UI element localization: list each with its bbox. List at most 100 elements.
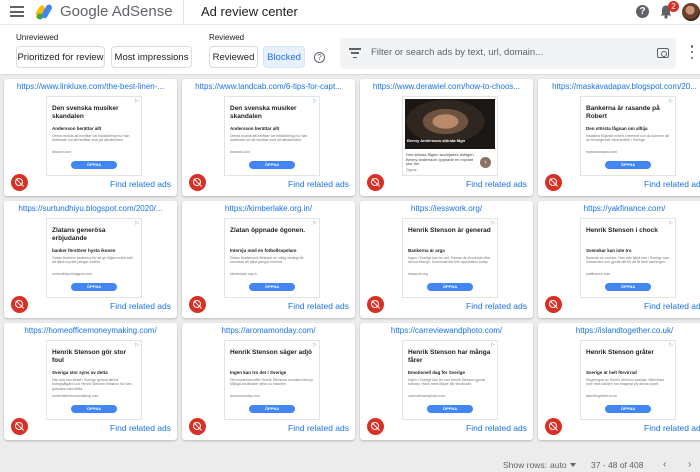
ad-cta-button[interactable]: ÖPPNA <box>249 405 295 413</box>
chevron-left-icon[interactable]: ‹ <box>663 459 666 470</box>
block-icon[interactable] <box>545 296 562 313</box>
find-related-ads-link[interactable]: Find related ads <box>644 301 700 311</box>
ad-url[interactable]: https://islandtogether.co.uk/ <box>538 326 700 335</box>
rows-per-page-select[interactable]: auto <box>550 460 567 470</box>
adchoices-icon[interactable]: ▷ <box>313 98 317 104</box>
ad-creative[interactable]: ▷ Bankerna är rasande på Robert Den stör… <box>580 96 676 176</box>
ad-cta-button[interactable]: ÖPPNA <box>249 161 295 169</box>
find-related-ads-link[interactable]: Find related ads <box>288 423 349 433</box>
chevron-right-icon[interactable]: › <box>688 459 691 470</box>
ad-url[interactable]: https://iesswork.org/ <box>360 204 533 213</box>
search-input[interactable]: Filter or search ads by text, url, domai… <box>371 47 543 58</box>
help-icon[interactable]: ? <box>636 5 649 18</box>
ad-url[interactable]: https://aromamonday.com/ <box>182 326 355 335</box>
ad-url[interactable]: https://maskavadapav.blogspot.com/20... <box>538 82 700 91</box>
prioritized-for-review-chip[interactable]: Prioritized for review <box>16 46 105 68</box>
reviewed-chip[interactable]: Reviewed <box>209 46 258 68</box>
block-icon[interactable] <box>11 296 28 313</box>
ad-card[interactable]: https://homeofficemoneymaking.com/ ▷ Hen… <box>4 323 177 440</box>
find-related-ads-link[interactable]: Find related ads <box>110 179 171 189</box>
ad-cta-button[interactable]: ÖPPNA <box>605 405 651 413</box>
find-related-ads-link[interactable]: Find related ads <box>288 301 349 311</box>
ad-card[interactable]: https://www.landcab.com/6-tips-for-capt.… <box>182 79 355 196</box>
info-icon[interactable]: ? <box>314 52 325 63</box>
find-related-ads-link[interactable]: Find related ads <box>288 179 349 189</box>
ad-cta-button[interactable]: ÖPPNA <box>427 405 473 413</box>
adchoices-icon[interactable]: ▷ <box>313 220 317 226</box>
ad-card[interactable]: https://carreviewandphoto.com/ ▷ Henrik … <box>360 323 533 440</box>
adchoices-icon[interactable]: ▷ <box>669 220 673 226</box>
ad-url[interactable]: https://surtundhiyu.blogspot.com/2020/..… <box>4 204 177 213</box>
search-box[interactable]: Filter or search ads by text, url, domai… <box>340 38 676 69</box>
most-impressions-chip[interactable]: Most impressions <box>111 46 192 68</box>
ad-creative[interactable]: ▷ Henrik Stenson har många fårer Emotion… <box>402 340 498 420</box>
ad-card[interactable]: https://islandtogether.co.uk/ ▷ Henrik S… <box>538 323 700 440</box>
ad-creative[interactable]: ▷ Den svenska musiker skandalen Andersso… <box>46 96 142 176</box>
ad-cta-button[interactable]: ÖPPNA <box>605 161 651 169</box>
find-related-ads-link[interactable]: Find related ads <box>466 301 527 311</box>
find-related-ads-link[interactable]: Find related ads <box>644 179 700 189</box>
ad-creative[interactable]: ▷ Henrik Stenson gråter Sverige är helt … <box>580 340 676 420</box>
more-vert-icon[interactable] <box>690 45 694 59</box>
ad-cta-button[interactable]: ÖPPNA <box>71 283 117 291</box>
block-icon[interactable] <box>11 418 28 435</box>
ad-url[interactable]: https://homeofficemoneymaking.com/ <box>4 326 177 335</box>
camera-icon[interactable] <box>657 48 669 58</box>
caret-down-icon[interactable] <box>570 463 576 467</box>
block-icon[interactable] <box>367 174 384 191</box>
ad-creative[interactable]: ▷ Zlatans generösa erbjudande banker för… <box>46 218 142 298</box>
ad-url[interactable]: https://kimberlake.org.in/ <box>182 204 355 213</box>
avatar[interactable] <box>682 3 700 21</box>
ad-cta-button[interactable]: ÖPPNA <box>427 283 473 291</box>
ad-url[interactable]: https://www.linkluxe.com/the-best-linen-… <box>4 82 177 91</box>
ad-card[interactable]: https://kimberlake.org.in/ ▷ Zlatan öppn… <box>182 201 355 318</box>
ad-cta-button[interactable]: ÖPPNA <box>605 283 651 291</box>
ad-cta-button[interactable]: ÖPPNA <box>71 161 117 169</box>
ad-url[interactable]: https://carreviewandphoto.com/ <box>360 326 533 335</box>
adchoices-icon[interactable]: ▷ <box>491 342 495 348</box>
ad-creative[interactable]: ▷ Henrik Stenson är generad Bankerna är … <box>402 218 498 298</box>
block-icon[interactable] <box>367 296 384 313</box>
ad-url[interactable]: https://www.landcab.com/6-tips-for-capt.… <box>182 82 355 91</box>
block-icon[interactable] <box>545 418 562 435</box>
ad-card[interactable]: https://iesswork.org/ ▷ Henrik Stenson ä… <box>360 201 533 318</box>
ad-cta-button[interactable]: ÖPPNA <box>249 283 295 291</box>
find-related-ads-link[interactable]: Find related ads <box>110 301 171 311</box>
adchoices-icon[interactable]: ▷ <box>135 342 139 348</box>
find-related-ads-link[interactable]: Find related ads <box>644 423 700 433</box>
ad-creative[interactable]: ▷ Den svenska musiker skandalen Andersso… <box>224 96 320 176</box>
ad-card[interactable]: https://yakfinance.com/ ▷ Henrik Stenson… <box>538 201 700 318</box>
filter-icon[interactable] <box>349 48 361 58</box>
block-icon[interactable] <box>11 174 28 191</box>
adchoices-icon[interactable]: ▷ <box>135 220 139 226</box>
ad-creative[interactable]: Benny Andersson största fågn Den största… <box>402 96 498 176</box>
adchoices-icon[interactable]: ▷ <box>313 342 317 348</box>
adchoices-icon[interactable]: ▷ <box>669 342 673 348</box>
ad-card[interactable]: https://aromamonday.com/ ▷ Henrik Stenso… <box>182 323 355 440</box>
find-related-ads-link[interactable]: Find related ads <box>110 423 171 433</box>
ad-card[interactable]: https://surtundhiyu.blogspot.com/2020/..… <box>4 201 177 318</box>
adchoices-icon[interactable]: ▷ <box>491 220 495 226</box>
menu-icon[interactable] <box>10 6 24 17</box>
find-related-ads-link[interactable]: Find related ads <box>466 179 527 189</box>
block-icon[interactable] <box>189 296 206 313</box>
adchoices-icon[interactable]: ▷ <box>669 98 673 104</box>
ad-card[interactable]: https://www.linkluxe.com/the-best-linen-… <box>4 79 177 196</box>
adchoices-icon[interactable]: ▷ <box>135 98 139 104</box>
ad-card[interactable]: https://www.derawiel.com/how-to-choos...… <box>360 79 533 196</box>
ad-creative[interactable]: ▷ Henrik Stenson i chock Svenskar kan in… <box>580 218 676 298</box>
chevron-right-icon[interactable]: › <box>480 157 491 168</box>
ad-creative[interactable]: ▷ Zlatan öppnade ögonen. Intervju med en… <box>224 218 320 298</box>
ad-url[interactable]: https://www.derawiel.com/how-to-choos... <box>360 82 533 91</box>
ad-cta-button[interactable]: ÖPPNA <box>71 405 117 413</box>
block-icon[interactable] <box>189 418 206 435</box>
blocked-chip[interactable]: Blocked <box>263 46 305 68</box>
block-icon[interactable] <box>189 174 206 191</box>
find-related-ads-link[interactable]: Find related ads <box>466 423 527 433</box>
block-icon[interactable] <box>367 418 384 435</box>
ad-card[interactable]: https://maskavadapav.blogspot.com/20... … <box>538 79 700 196</box>
ad-url[interactable]: https://yakfinance.com/ <box>538 204 700 213</box>
ad-creative[interactable]: ▷ Henrik Stenson gör stor foul Sveriga s… <box>46 340 142 420</box>
block-icon[interactable] <box>545 174 562 191</box>
ad-creative[interactable]: ▷ Henrik Stenson säger adjö Ingen kan tr… <box>224 340 320 420</box>
